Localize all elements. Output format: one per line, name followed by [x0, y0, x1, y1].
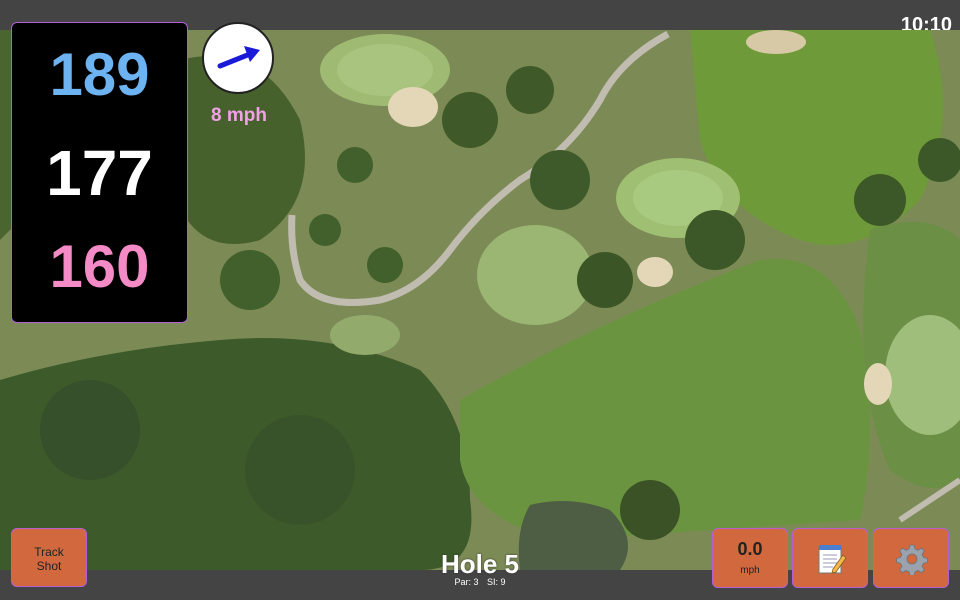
golf-gps-app: 10:10 189 177 160 8 mph Track Shot Hole … [0, 0, 960, 600]
wind-speed: 8 mph [211, 105, 267, 126]
notes-button[interactable] [792, 528, 868, 588]
distance-middle: 177 [46, 137, 153, 209]
track-shot-button[interactable]: Track Shot [11, 528, 87, 587]
speed-value: 0.0 [737, 539, 763, 559]
hole-par: Par: 3 [454, 577, 479, 587]
track-shot-label-line2: Shot [36, 559, 62, 573]
hole-info: Par: 3 SI: 9 [420, 577, 540, 587]
hole-title: Hole 5 [440, 549, 520, 579]
speed-button[interactable]: 0.0 mph [712, 528, 788, 588]
settings-button[interactable] [873, 528, 949, 588]
hole-stroke-index: SI: 9 [487, 577, 506, 587]
speed-unit: mph [740, 565, 760, 576]
track-shot-label-line1: Track [34, 545, 64, 559]
wind-indicator [202, 22, 274, 94]
wind-direction-arrow-icon [217, 46, 260, 69]
distance-panel: 189 177 160 [11, 22, 188, 323]
distance-back: 189 [49, 41, 150, 108]
distance-front: 160 [49, 233, 150, 300]
